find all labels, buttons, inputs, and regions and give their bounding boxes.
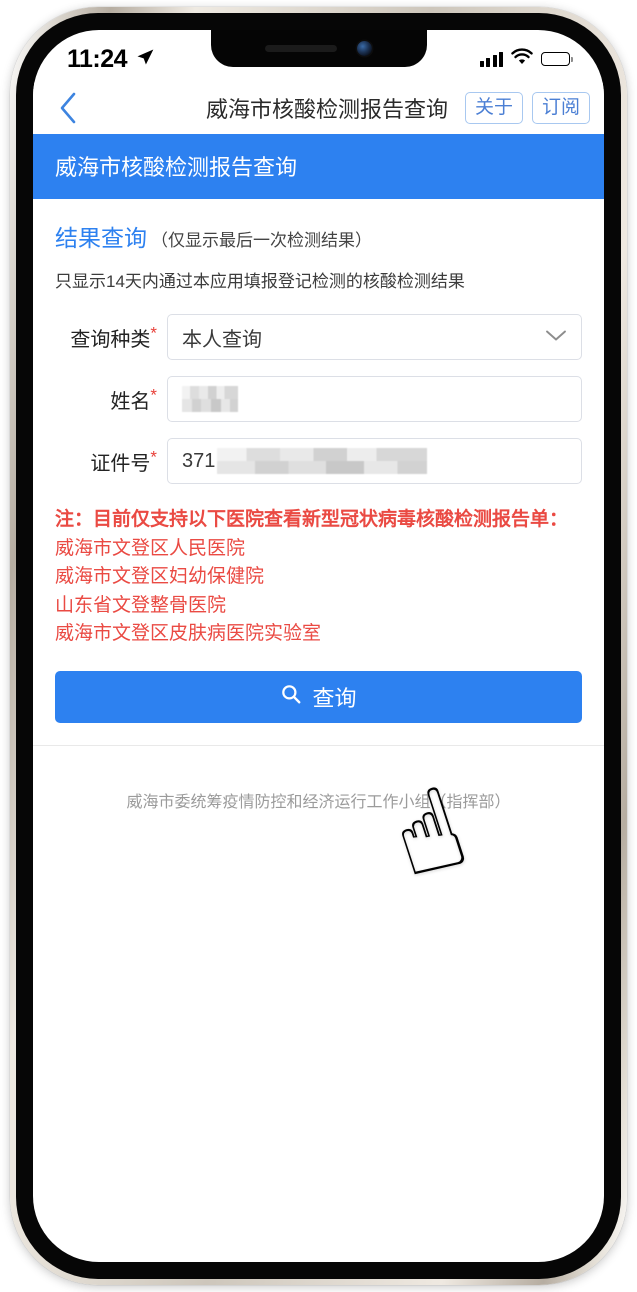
id-number-input[interactable]: 371 bbox=[167, 438, 582, 484]
cellular-signal-icon bbox=[479, 51, 503, 67]
phone-notch bbox=[210, 30, 427, 67]
query-submit-button[interactable]: 查询 bbox=[55, 670, 582, 723]
phone-device-frame: 11:24 威海市核酸检测报告查询 关于 订阅 威海市核酸检测报告查询 结果查询… bbox=[10, 7, 627, 1285]
submit-area: 查询 bbox=[55, 653, 582, 745]
notice-hospital: 威海市文登区皮肤病医院实验室 bbox=[55, 623, 322, 644]
query-type-value: 本人查询 bbox=[182, 328, 262, 351]
label-id-number: 证件号* bbox=[90, 446, 157, 475]
form-row-query-type: 查询种类* 本人查询 bbox=[55, 314, 582, 360]
required-asterisk: * bbox=[150, 384, 157, 404]
query-card: 结果查询 （仅显示最后一次检测结果） 只显示14天内通过本应用填报登记检测的核酸… bbox=[33, 199, 604, 746]
status-indicators bbox=[479, 48, 573, 70]
phone-bezel: 11:24 威海市核酸检测报告查询 关于 订阅 威海市核酸检测报告查询 结果查询… bbox=[16, 13, 621, 1279]
phone-screen: 11:24 威海市核酸检测报告查询 关于 订阅 威海市核酸检测报告查询 结果查询… bbox=[33, 30, 604, 1262]
redacted-id-mosaic bbox=[217, 448, 428, 474]
required-asterisk: * bbox=[150, 446, 157, 466]
section-description: 只显示14天内通过本应用填报登记检测的核酸检测结果 bbox=[55, 272, 465, 291]
required-asterisk: * bbox=[150, 322, 157, 342]
chevron-down-icon bbox=[545, 326, 567, 349]
subscribe-button[interactable]: 订阅 bbox=[531, 91, 590, 125]
notice-hospital: 威海市文登区妇幼保健院 bbox=[55, 566, 265, 587]
hospital-notice: 注：目前仅支持以下医院查看新型冠状病毒核酸检测报告单： 威海市文登区人民医院 威… bbox=[55, 500, 582, 653]
status-time-group: 11:24 bbox=[67, 45, 155, 74]
redacted-name-mosaic bbox=[182, 386, 238, 412]
about-button[interactable]: 关于 bbox=[464, 91, 523, 125]
app-header-banner: 威海市核酸检测报告查询 bbox=[33, 134, 604, 199]
label-name: 姓名* bbox=[110, 384, 157, 413]
back-chevron-icon[interactable] bbox=[51, 91, 85, 125]
earpiece-speaker-icon bbox=[265, 44, 337, 52]
query-form: 查询种类* 本人查询 姓名* 证件号* 371 bbox=[55, 292, 582, 484]
notice-heading: 注：目前仅支持以下医院查看新型冠状病毒核酸检测报告单： bbox=[55, 509, 569, 530]
name-input[interactable] bbox=[167, 376, 582, 422]
query-submit-label: 查询 bbox=[312, 685, 357, 711]
page-title: 威海市核酸检测报告查询 bbox=[205, 97, 448, 122]
section-heading: 结果查询 （仅显示最后一次检测结果） bbox=[55, 199, 582, 253]
navigation-bar: 威海市核酸检测报告查询 关于 订阅 bbox=[33, 82, 604, 134]
form-row-id-number: 证件号* 371 bbox=[55, 438, 582, 484]
form-row-name: 姓名* bbox=[55, 376, 582, 422]
status-clock: 11:24 bbox=[67, 44, 128, 73]
id-number-value: 371 bbox=[182, 449, 216, 472]
section-subtitle: （仅显示最后一次检测结果） bbox=[151, 231, 372, 250]
app-content: 威海市核酸检测报告查询 结果查询 （仅显示最后一次检测结果） 只显示14天内通过… bbox=[33, 134, 604, 812]
query-type-select[interactable]: 本人查询 bbox=[167, 314, 582, 360]
battery-icon bbox=[541, 52, 573, 66]
front-camera-icon bbox=[357, 40, 372, 56]
location-arrow-icon bbox=[135, 45, 155, 74]
footer-text: 威海市委统筹疫情防控和经济运行工作小组（指挥部） bbox=[126, 793, 511, 811]
label-query-type: 查询种类* bbox=[70, 322, 157, 351]
notice-hospital: 山东省文登整骨医院 bbox=[55, 594, 227, 616]
wifi-icon bbox=[511, 48, 533, 70]
section-title: 结果查询 bbox=[55, 225, 147, 251]
search-icon bbox=[280, 683, 302, 711]
notice-hospital: 威海市文登区人民医院 bbox=[55, 537, 246, 559]
